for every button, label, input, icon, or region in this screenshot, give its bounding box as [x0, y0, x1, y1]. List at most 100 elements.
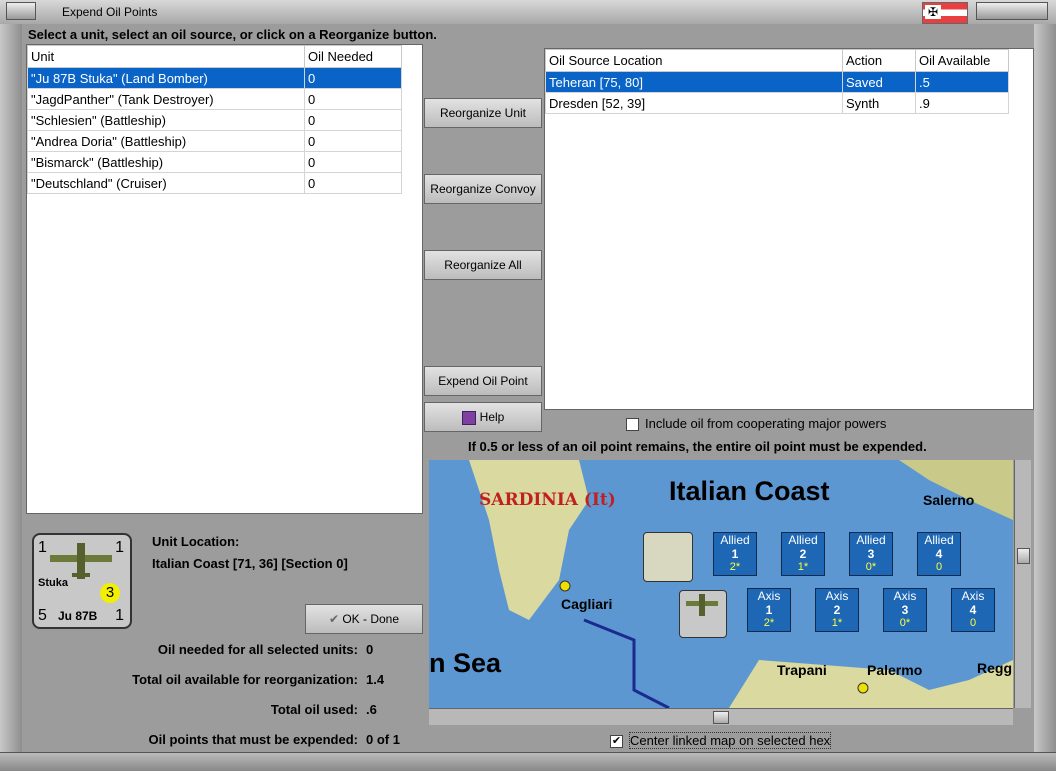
help-button[interactable]: Help — [424, 402, 542, 432]
map-vertical-scrollbar[interactable] — [1014, 460, 1031, 708]
table-row[interactable]: "Schlesien" (Battleship) 0 — [27, 109, 402, 131]
units-header-oil[interactable]: Oil Needed — [304, 45, 402, 68]
available-cell: .9 — [915, 92, 1009, 114]
box-num: 4 — [969, 603, 977, 617]
oil-cell: 0 — [304, 172, 402, 194]
box-num: 2 — [833, 603, 841, 617]
sources-header-action[interactable]: Action — [842, 49, 916, 72]
units-header-unit[interactable]: Unit — [27, 45, 305, 68]
box-num: 3 — [867, 547, 875, 561]
window-title: Expend Oil Points — [62, 5, 158, 19]
instruction-text: Select a unit, select an oil source, or … — [28, 27, 437, 42]
sources-header-location[interactable]: Oil Source Location — [545, 49, 843, 72]
counter-model: Ju 87B — [58, 609, 98, 623]
map-stuka-counter[interactable] — [679, 590, 727, 638]
unit-location-value: Italian Coast [71, 36] [Section 0] — [152, 556, 348, 571]
table-row[interactable]: "Deutschland" (Cruiser) 0 — [27, 172, 402, 194]
oil-cell: 0 — [304, 67, 402, 89]
unit-cell: "Andrea Doria" (Battleship) — [27, 130, 305, 152]
map-sea-label: n Sea — [429, 648, 502, 678]
box-label: Allied — [788, 533, 818, 547]
table-row[interactable]: "Bismarck" (Battleship) 0 — [27, 151, 402, 173]
german-flag-icon: ✠ — [922, 2, 968, 24]
unit-counter: 1 1 Stuka 3 5 Ju 87B 1 — [32, 533, 132, 629]
counter-name: Stuka — [38, 577, 68, 589]
window-controls[interactable] — [976, 2, 1048, 20]
allied-box-4[interactable]: Allied 4 0 — [917, 532, 961, 576]
include-cooperating-checkbox[interactable]: Include oil from cooperating major power… — [626, 416, 887, 432]
counter-badge: 3 — [100, 583, 120, 603]
ok-done-button[interactable]: ✔ OK - Done — [305, 604, 423, 634]
box-label: Allied — [720, 533, 750, 547]
counter-top-right: 1 — [115, 539, 124, 556]
box-num: 2 — [799, 547, 807, 561]
center-linked-label: Center linked map on selected hex — [629, 732, 832, 749]
sources-table: Oil Source Location Action Oil Available… — [545, 49, 1009, 114]
location-cell: Dresden [52, 39] — [545, 92, 843, 114]
available-cell: .5 — [915, 71, 1009, 93]
axis-box-3[interactable]: Axis 3 0* — [883, 588, 927, 632]
units-panel: Unit Oil Needed "Ju 87B Stuka" (Land Bom… — [26, 44, 423, 514]
map-naval-counter[interactable] — [643, 532, 693, 582]
stat-value-needed: 0 — [366, 642, 374, 657]
action-cell: Saved — [842, 71, 916, 93]
checkbox-box[interactable] — [626, 418, 639, 432]
box-sub: 2* — [729, 561, 741, 573]
sources-header-available[interactable]: Oil Available — [915, 49, 1009, 72]
ok-done-label: OK - Done — [342, 612, 400, 626]
vertical-scroll-thumb[interactable] — [1017, 548, 1030, 564]
stat-label-expended: Oil points that must be expended: — [148, 732, 358, 747]
action-cell: Synth — [842, 92, 916, 114]
expend-oil-point-button[interactable]: Expend Oil Point — [424, 366, 542, 396]
table-row[interactable]: Teheran [75, 80] Saved .5 — [545, 71, 1009, 93]
box-label: Axis — [893, 589, 917, 603]
help-label: Help — [479, 410, 505, 424]
stat-value-used: .6 — [366, 702, 377, 717]
axis-box-4[interactable]: Axis 4 0 — [951, 588, 995, 632]
box-num: 1 — [731, 547, 739, 561]
table-row[interactable]: "Andrea Doria" (Battleship) 0 — [27, 130, 402, 152]
unit-cell: "Ju 87B Stuka" (Land Bomber) — [27, 67, 305, 89]
oil-cell: 0 — [304, 151, 402, 173]
counter-bottom-right: 1 — [115, 607, 124, 624]
table-row[interactable]: "JagdPanther" (Tank Destroyer) 0 — [27, 88, 402, 110]
counter-bottom-left: 5 — [38, 607, 47, 624]
oil-cell: 0 — [304, 109, 402, 131]
horizontal-scroll-thumb[interactable] — [713, 711, 729, 724]
stat-value-expended: 0 of 1 — [366, 732, 400, 747]
stat-label-used: Total oil used: — [270, 702, 358, 717]
table-row[interactable]: "Ju 87B Stuka" (Land Bomber) 0 — [27, 67, 402, 89]
include-cooperating-label: Include oil from cooperating major power… — [645, 416, 887, 431]
table-row[interactable]: Dresden [52, 39] Synth .9 — [545, 92, 1009, 114]
allied-box-1[interactable]: Allied 1 2* — [713, 532, 757, 576]
stat-value-available: 1.4 — [366, 672, 385, 687]
map-region-title: Italian Coast — [669, 476, 830, 506]
reorganize-all-button[interactable]: Reorganize All — [424, 250, 542, 280]
box-num: 1 — [765, 603, 773, 617]
checkbox-box-checked[interactable]: ✔ — [610, 735, 623, 749]
reorganize-unit-button[interactable]: Reorganize Unit — [424, 98, 542, 128]
box-num: 4 — [935, 547, 943, 561]
center-linked-checkbox[interactable]: ✔ Center linked map on selected hex — [610, 732, 832, 749]
location-cell: Teheran [75, 80] — [545, 71, 843, 93]
stuka-plane-icon — [50, 543, 112, 579]
box-label: Axis — [825, 589, 849, 603]
box-num: 3 — [901, 603, 909, 617]
axis-box-1[interactable]: Axis 1 2* — [747, 588, 791, 632]
box-label: Allied — [924, 533, 954, 547]
box-sub: 0 — [935, 561, 943, 573]
map-city-cagliari: Cagliari — [561, 596, 613, 612]
unit-cell: "JagdPanther" (Tank Destroyer) — [27, 88, 305, 110]
allied-box-3[interactable]: Allied 3 0* — [849, 532, 893, 576]
reorganize-convoy-button[interactable]: Reorganize Convoy — [424, 174, 542, 204]
linked-map[interactable]: SARDINIA (It) Italian Coast n Sea Caglia… — [429, 460, 1013, 708]
box-sub: 1* — [831, 617, 843, 629]
title-bar: Expend Oil Points ✠ — [0, 0, 1056, 25]
map-horizontal-scrollbar[interactable] — [429, 708, 1013, 725]
system-menu-button[interactable] — [6, 2, 36, 20]
axis-box-2[interactable]: Axis 2 1* — [815, 588, 859, 632]
box-label: Axis — [757, 589, 781, 603]
left-border — [0, 24, 22, 754]
unit-cell: "Schlesien" (Battleship) — [27, 109, 305, 131]
allied-box-2[interactable]: Allied 2 1* — [781, 532, 825, 576]
